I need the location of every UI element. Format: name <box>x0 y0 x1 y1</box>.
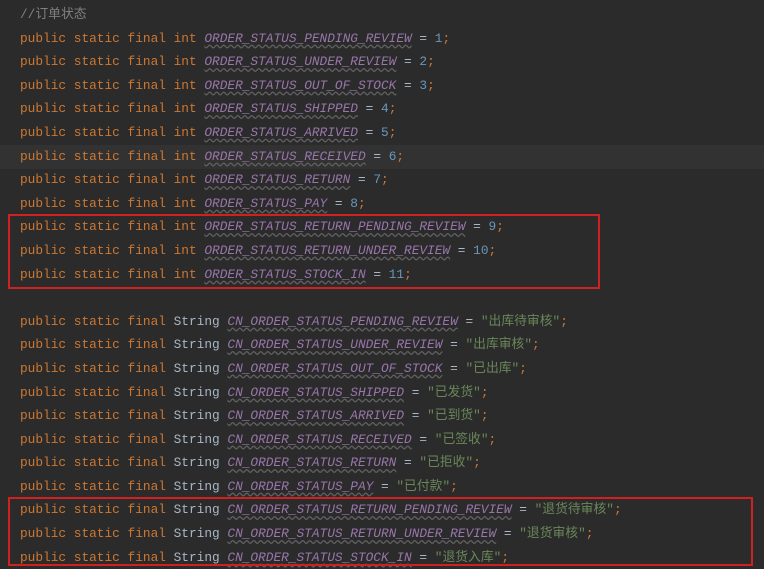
code-line: public static final int ORDER_STATUS_PAY… <box>20 192 764 216</box>
op-eq: = <box>419 31 427 46</box>
identifier: CN_ORDER_STATUS_SHIPPED <box>227 385 404 400</box>
code-line: public static final String CN_ORDER_STAT… <box>20 522 764 546</box>
identifier: CN_ORDER_STATUS_RETURN_PENDING_REVIEW <box>227 502 511 517</box>
code-line: public static final int ORDER_STATUS_UND… <box>20 50 764 74</box>
string-literal: "出库审核" <box>465 337 532 352</box>
identifier: CN_ORDER_STATUS_PAY <box>227 479 373 494</box>
identifier: ORDER_STATUS_PAY <box>204 196 327 211</box>
int-literal: 5 <box>381 125 389 140</box>
identifier: ORDER_STATUS_PENDING_REVIEW <box>204 31 411 46</box>
identifier: ORDER_STATUS_RETURN_PENDING_REVIEW <box>204 219 465 234</box>
code-line: public static final String CN_ORDER_STAT… <box>20 428 764 452</box>
identifier: CN_ORDER_STATUS_STOCK_IN <box>227 550 411 565</box>
identifier: CN_ORDER_STATUS_RETURN <box>227 455 396 470</box>
string-literal: "已付款" <box>396 479 450 494</box>
code-line: public static final String CN_ORDER_STAT… <box>20 546 764 569</box>
string-literal: "出库待审核" <box>481 314 560 329</box>
string-literal: "退货审核" <box>519 526 586 541</box>
code-line: public static final int ORDER_STATUS_ARR… <box>20 121 764 145</box>
type-string: String <box>174 314 220 329</box>
kw-public: public <box>20 31 66 46</box>
string-literal: "已发货" <box>427 385 481 400</box>
code-line: public static final String CN_ORDER_STAT… <box>20 333 764 357</box>
int-literal: 11 <box>389 267 404 282</box>
code-line: public static final int ORDER_STATUS_RET… <box>20 168 764 192</box>
code-line: public static final int ORDER_STATUS_REC… <box>20 145 764 169</box>
code-line: public static final String CN_ORDER_STAT… <box>20 404 764 428</box>
identifier: CN_ORDER_STATUS_OUT_OF_STOCK <box>227 361 442 376</box>
blank-line <box>20 286 764 310</box>
kw-int: int <box>174 31 197 46</box>
code-line: public static final String CN_ORDER_STAT… <box>20 498 764 522</box>
kw-final: final <box>128 31 166 46</box>
string-literal: "退货待审核" <box>535 502 614 517</box>
int-literal: 4 <box>381 101 389 116</box>
code-line: public static final String CN_ORDER_STAT… <box>20 381 764 405</box>
string-literal: "已拒收" <box>419 455 473 470</box>
code-line: public static final int ORDER_STATUS_RET… <box>20 239 764 263</box>
semicolon: ; <box>442 31 450 46</box>
identifier: ORDER_STATUS_RETURN <box>204 172 350 187</box>
identifier: ORDER_STATUS_ARRIVED <box>204 125 358 140</box>
code-line: public static final String CN_ORDER_STAT… <box>20 475 764 499</box>
code-line: public static final int ORDER_STATUS_PEN… <box>20 27 764 51</box>
identifier: CN_ORDER_STATUS_ARRIVED <box>227 408 404 423</box>
identifier: ORDER_STATUS_UNDER_REVIEW <box>204 54 396 69</box>
code-line: public static final String CN_ORDER_STAT… <box>20 357 764 381</box>
int-literal: 10 <box>473 243 488 258</box>
code-line: public static final int ORDER_STATUS_STO… <box>20 263 764 287</box>
identifier: ORDER_STATUS_OUT_OF_STOCK <box>204 78 396 93</box>
comment-text: //订单状态 <box>20 7 87 22</box>
int-literal: 7 <box>373 172 381 187</box>
string-literal: "退货入库" <box>435 550 502 565</box>
identifier: ORDER_STATUS_RECEIVED <box>204 149 365 164</box>
code-line: public static final String CN_ORDER_STAT… <box>20 310 764 334</box>
code-line: public static final String CN_ORDER_STAT… <box>20 451 764 475</box>
identifier: ORDER_STATUS_RETURN_UNDER_REVIEW <box>204 243 450 258</box>
int-literal: 2 <box>419 54 427 69</box>
string-literal: "已到货" <box>427 408 481 423</box>
code-line: public static final int ORDER_STATUS_OUT… <box>20 74 764 98</box>
string-literal: "已签收" <box>435 432 489 447</box>
identifier: CN_ORDER_STATUS_PENDING_REVIEW <box>227 314 457 329</box>
identifier: ORDER_STATUS_STOCK_IN <box>204 267 365 282</box>
kw-static: static <box>74 31 120 46</box>
code-line: public static final int ORDER_STATUS_RET… <box>20 215 764 239</box>
identifier: CN_ORDER_STATUS_RETURN_UNDER_REVIEW <box>227 526 496 541</box>
identifier: CN_ORDER_STATUS_UNDER_REVIEW <box>227 337 442 352</box>
code-editor[interactable]: //订单状态 public static final int ORDER_STA… <box>0 0 764 569</box>
identifier: CN_ORDER_STATUS_RECEIVED <box>227 432 411 447</box>
code-line: public static final int ORDER_STATUS_SHI… <box>20 97 764 121</box>
identifier: ORDER_STATUS_SHIPPED <box>204 101 358 116</box>
string-literal: "已出库" <box>465 361 519 376</box>
int-literal: 8 <box>350 196 358 211</box>
comment-line: //订单状态 <box>20 3 764 27</box>
int-literal: 3 <box>419 78 427 93</box>
